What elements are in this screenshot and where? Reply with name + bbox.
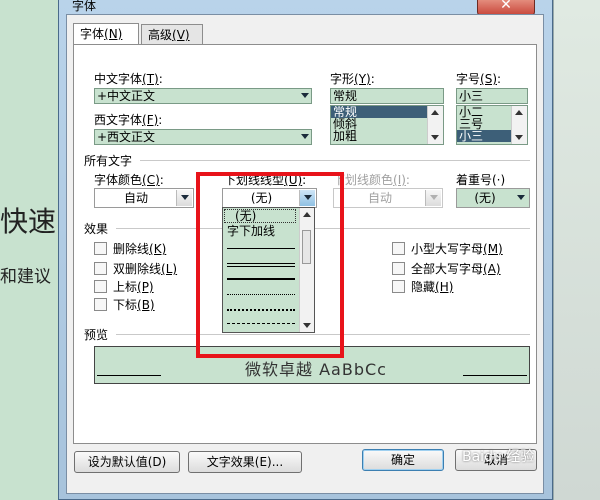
font-size-label: 字号(S): — [456, 72, 502, 86]
dropdown-button[interactable] — [176, 190, 192, 206]
arrow-up-icon — [515, 110, 523, 115]
text-effects-button[interactable]: 文字效果(E)... — [188, 451, 302, 473]
preview-underline-left — [97, 375, 161, 376]
chevron-down-icon — [301, 134, 309, 139]
all-text-section-label: 所有文字 — [84, 154, 133, 168]
chevron-down-icon — [430, 195, 438, 200]
dropdown-button — [425, 190, 441, 206]
font-style-label: 字形(Y): — [330, 72, 375, 86]
emphasis-mark-label: 着重号(·) — [456, 173, 506, 187]
emphasis-mark-dropdown[interactable]: (无) — [456, 188, 530, 208]
highlight-box — [196, 172, 344, 358]
hidden-checkbox[interactable]: 隐藏(H) — [392, 278, 453, 295]
font-size-list[interactable]: 小二 三号 小三 — [456, 105, 528, 145]
preview-section-label: 预览 — [84, 328, 109, 342]
dropdown-button[interactable] — [512, 190, 528, 206]
chinese-font-label: 中文字体(T): — [94, 72, 163, 86]
dialog-title: 字体 — [72, 0, 97, 13]
chinese-font-dropdown[interactable]: +中文正文 — [94, 88, 312, 104]
document-text-line: 和建议 — [0, 267, 51, 287]
ok-button[interactable]: 确定 — [362, 449, 444, 471]
arrow-down-icon — [515, 135, 523, 140]
close-icon: ✕ — [500, 0, 512, 13]
tab-advanced[interactable]: 高级(V) — [141, 24, 203, 44]
tab-font[interactable]: 字体(N) — [73, 23, 139, 45]
arrow-down-icon — [431, 135, 439, 140]
font-color-label: 字体颜色(C): — [94, 173, 164, 187]
watermark: Baidu 经验 — [462, 449, 535, 465]
document-right-pane — [553, 0, 600, 500]
separator — [140, 160, 530, 161]
double-strikethrough-checkbox[interactable]: 双删除线(L) — [94, 260, 177, 277]
font-style-input[interactable]: 常规 — [330, 88, 444, 104]
set-default-button[interactable]: 设为默认值(D) — [74, 451, 180, 473]
effects-section-label: 效果 — [84, 222, 109, 236]
font-color-dropdown[interactable]: 自动 — [94, 188, 194, 208]
document-text-line: 快速 — [0, 205, 57, 238]
font-size-input[interactable]: 小三 — [456, 88, 528, 104]
preview-underline-right — [463, 375, 527, 376]
font-style-list[interactable]: 常规 倾斜 加粗 — [330, 105, 444, 145]
underline-color-dropdown: 自动 — [333, 188, 443, 208]
chevron-down-icon — [181, 195, 189, 200]
small-caps-checkbox[interactable]: 小型大写字母(M) — [392, 240, 503, 257]
western-font-label: 西文字体(F): — [94, 113, 163, 127]
arrow-up-icon — [431, 110, 439, 115]
scrollbar[interactable] — [511, 106, 527, 144]
preview-text: 微软卓越 AaBbCc — [245, 360, 387, 379]
all-caps-checkbox[interactable]: 全部大写字母(A) — [392, 260, 501, 277]
subscript-checkbox[interactable]: 下标(B) — [94, 296, 155, 313]
chevron-down-icon — [301, 93, 309, 98]
scrollbar[interactable] — [427, 106, 443, 144]
strikethrough-checkbox[interactable]: 删除线(K) — [94, 240, 166, 257]
underline-color-label: 下划线颜色(I): — [333, 173, 410, 187]
superscript-checkbox[interactable]: 上标(P) — [94, 278, 154, 295]
western-font-dropdown[interactable]: +西文正文 — [94, 129, 312, 145]
chevron-down-icon — [517, 195, 525, 200]
